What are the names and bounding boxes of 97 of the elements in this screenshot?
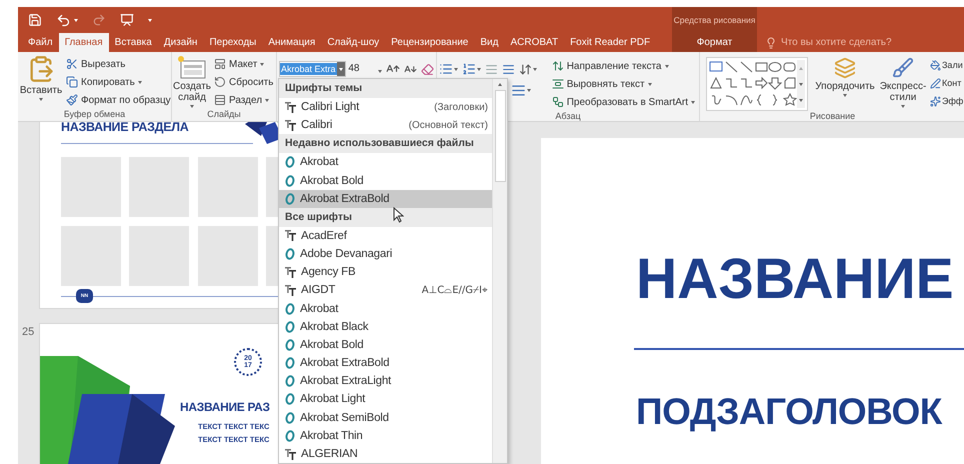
opentype-icon: [285, 156, 295, 168]
paste-button[interactable]: Вставить: [20, 55, 62, 109]
menu-heading: Все шрифты: [279, 208, 492, 227]
scissors-icon: [66, 58, 78, 70]
paintbrush-icon: [66, 94, 78, 106]
layers-icon: [834, 57, 856, 79]
opentype-icon: [285, 174, 295, 187]
ribbon-command[interactable]: Копировать: [64, 73, 173, 91]
context-tab-label: Средства рисования: [674, 14, 756, 27]
menu-heading: Недавно использовавшиеся файлы: [279, 134, 492, 154]
ribbon-tab[interactable]: Файл: [22, 33, 59, 52]
arrange-button[interactable]: Упорядочить: [814, 55, 876, 111]
fill-icon: [930, 60, 941, 70]
ribbon-command[interactable]: Конт: [930, 74, 964, 92]
truetype-icon: [285, 284, 296, 296]
copy-icon: [66, 76, 78, 88]
ribbon-command[interactable]: Раздел: [212, 91, 276, 109]
ribbon-command[interactable]: Вырезать: [64, 55, 173, 73]
image-placeholder: [61, 226, 121, 286]
save-button[interactable]: [28, 13, 42, 27]
opentype-icon: [285, 430, 295, 442]
new-slide-icon: [177, 55, 207, 79]
group-label: Абзац: [554, 111, 582, 121]
truetype-icon: [285, 102, 296, 113]
opentype-icon: [285, 338, 295, 351]
slide-number: 25: [21, 325, 36, 340]
columns-button[interactable]: [511, 82, 531, 98]
bullets-button[interactable]: [439, 62, 458, 76]
smartart-icon: [552, 96, 564, 108]
thumbnail-title: НАЗВАНИЕ РАЗДЕЛА: [61, 122, 188, 134]
align-text-icon: [552, 78, 564, 90]
clear-formatting-button[interactable]: [421, 62, 434, 76]
ribbon-command[interactable]: Формат по образцу: [64, 91, 173, 109]
ribbon-command[interactable]: Выровнять текст: [550, 75, 697, 93]
customize-button[interactable]: [148, 18, 152, 22]
ribbon-command[interactable]: Эфф: [930, 92, 964, 110]
opentype-icon: [285, 302, 295, 315]
opentype-icon: [285, 320, 295, 333]
truetype-icon: [285, 448, 296, 460]
opentype-icon: [285, 412, 295, 424]
truetype-icon: [285, 120, 296, 131]
ribbon-command[interactable]: Зали: [930, 56, 964, 74]
thumbnail-title: НАЗВАНИЕ РАЗ: [180, 400, 270, 414]
text-direction-icon: [552, 60, 564, 72]
font-size-field[interactable]: 48: [346, 61, 382, 77]
layout-icon: [214, 58, 226, 70]
increase-indent-button[interactable]: [502, 62, 515, 76]
ribbon-tab[interactable]: Переходы: [203, 33, 262, 52]
outline-icon: [930, 78, 941, 88]
ribbon-tab[interactable]: Рецензирование: [385, 33, 474, 52]
shapes-gallery[interactable]: [706, 57, 808, 111]
tell-me-field[interactable]: Что вы хотите сделать?: [781, 37, 911, 48]
opentype-icon: [285, 192, 295, 205]
ribbon-command[interactable]: Преобразовать в SmartArt: [550, 93, 697, 111]
brush-icon: [892, 57, 914, 79]
quick-styles-button[interactable]: Экспресс-стили: [878, 55, 928, 111]
lightbulb-icon: [765, 36, 777, 48]
menu-heading: Шрифты темы: [279, 79, 492, 98]
image-placeholder: [129, 157, 189, 217]
ribbon-command[interactable]: Направление текста: [550, 57, 697, 75]
reset-icon: [214, 76, 226, 88]
effects-icon: [930, 96, 941, 106]
ribbon-tab[interactable]: Формат: [690, 33, 738, 52]
ribbon-tab[interactable]: ACROBAT: [504, 33, 564, 52]
slideshow-button[interactable]: [120, 13, 134, 27]
truetype-icon: [285, 230, 296, 242]
ribbon-tab[interactable]: Вид: [474, 33, 504, 52]
ribbon-command[interactable]: Макет: [212, 55, 276, 73]
section-icon: [214, 94, 226, 106]
numbering-button[interactable]: [462, 62, 481, 76]
ribbon-tab[interactable]: Дизайн: [158, 33, 204, 52]
font-option[interactable]: ALGERIAN: [279, 444, 492, 464]
cursor-icon: [393, 207, 404, 223]
undo-button[interactable]: [56, 12, 78, 28]
ribbon-tab[interactable]: Вставка: [108, 33, 158, 52]
ribbon-tab[interactable]: Главная: [58, 33, 109, 52]
image-placeholder: [129, 226, 189, 286]
font-option[interactable]: Akrobat ExtraBold: [279, 190, 492, 208]
opentype-icon: [285, 375, 295, 388]
ribbon-tab[interactable]: Слайд-шоу: [321, 33, 386, 52]
opentype-icon: [285, 393, 295, 406]
opentype-icon: [285, 357, 295, 370]
image-placeholder: [198, 157, 258, 217]
ribbon-tab[interactable]: Foxit Reader PDF: [564, 33, 656, 52]
group-label: Рисование: [808, 111, 856, 121]
slide-title: НАЗВАНИЕ: [636, 248, 954, 310]
new-slide-button[interactable]: Создать слайд: [174, 55, 210, 109]
opentype-icon: [285, 248, 295, 260]
image-placeholder: [61, 157, 121, 217]
group-label: Буфер обмена: [62, 109, 126, 121]
image-placeholder: [198, 226, 258, 286]
ribbon-command[interactable]: Сбросить: [212, 73, 276, 91]
slide-subtitle: ПОДЗАГОЛОВОК: [636, 390, 942, 434]
ribbon-tab[interactable]: Анимация: [262, 33, 322, 52]
truetype-icon: [285, 266, 296, 278]
group-label: Слайды: [206, 109, 242, 121]
line-spacing-button[interactable]: [519, 62, 537, 76]
